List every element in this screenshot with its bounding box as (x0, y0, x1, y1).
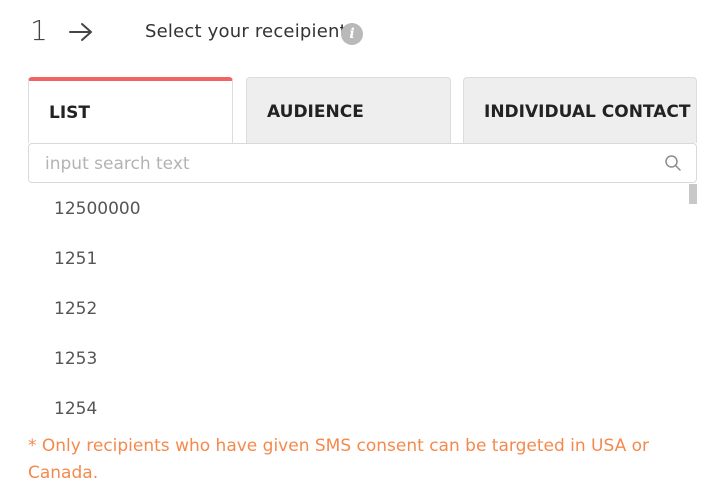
recipient-list: 12500000 1251 1252 1253 1254 (28, 185, 697, 425)
search-box (28, 143, 697, 184)
step-number: 1 (30, 14, 48, 47)
page-title: Select your receipient (145, 21, 347, 42)
list-item[interactable]: 12500000 (28, 185, 697, 235)
info-icon[interactable]: i (341, 23, 363, 45)
search-icon[interactable] (664, 154, 682, 172)
tab-list[interactable]: LIST (28, 77, 233, 143)
sms-consent-note: * Only recipients who have given SMS con… (28, 436, 650, 483)
arrow-right-icon (69, 23, 92, 41)
tab-audience[interactable]: AUDIENCE (246, 77, 451, 143)
tab-individual-contact[interactable]: INDIVIDUAL CONTACT (463, 77, 697, 143)
list-item[interactable]: 1253 (28, 335, 697, 385)
list-item[interactable]: 1251 (28, 235, 697, 285)
search-input[interactable] (43, 144, 657, 184)
list-item[interactable]: 1252 (28, 285, 697, 335)
list-item[interactable]: 1254 (28, 385, 697, 425)
list-scrollbar[interactable] (689, 184, 697, 204)
